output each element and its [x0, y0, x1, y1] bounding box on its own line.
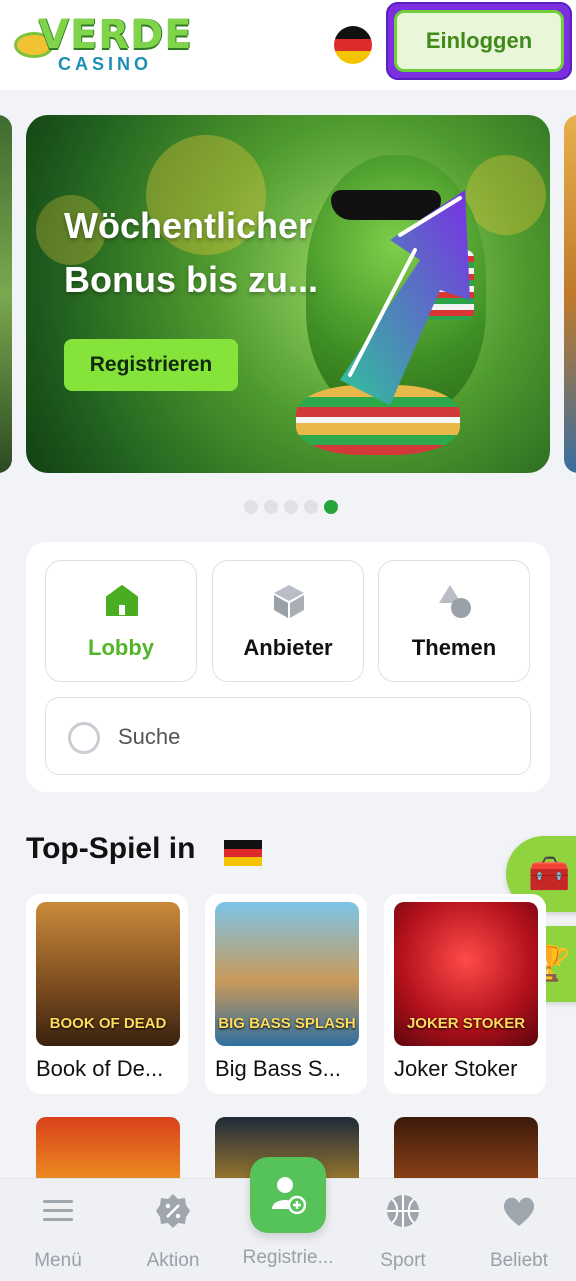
arrow-pointer-icon — [340, 190, 470, 405]
shapes-icon — [439, 585, 471, 618]
carousel-dot[interactable] — [284, 500, 298, 514]
cube-icon — [274, 585, 304, 618]
tab-themen[interactable]: Themen — [378, 560, 530, 682]
tab-label: Lobby — [88, 635, 154, 660]
bottom-navigation: Menü Aktion Registrie... Sport Beliebt — [0, 1157, 576, 1281]
next-slide-card[interactable] — [564, 115, 576, 473]
percent-badge-icon — [156, 1194, 190, 1228]
prev-slide-card[interactable] — [0, 115, 12, 473]
carousel-dot[interactable] — [244, 500, 258, 514]
game-name: Big Bass S... — [215, 1056, 341, 1081]
logo-subtitle: CASINO — [58, 54, 153, 74]
tab-lobby[interactable]: Lobby — [45, 560, 197, 682]
header: VERDE CASINO Einloggen — [0, 0, 576, 90]
nav-sport[interactable]: Sport — [348, 1193, 458, 1272]
game-thumbnail: JOKER STOKER — [394, 902, 538, 1046]
thumbnail-title: BIG BASS SPLASH — [218, 1015, 356, 1032]
tab-label: Themen — [411, 635, 497, 660]
promo-carousel[interactable]: Wöchentlicher Bonus bis zu... Registrier… — [0, 90, 576, 530]
home-icon — [106, 585, 138, 616]
nav-label: Registrie... — [242, 1247, 334, 1268]
tab-anbieter[interactable]: Anbieter — [212, 560, 364, 682]
search-input[interactable] — [116, 716, 500, 758]
basketball-icon — [387, 1195, 419, 1227]
carousel-dots — [244, 500, 338, 514]
game-name: Book of De... — [36, 1056, 164, 1081]
game-card-joker-stoker[interactable]: JOKER STOKER Joker Stoker — [384, 894, 546, 1094]
login-highlight: Einloggen — [386, 2, 572, 80]
nav-beliebt[interactable]: Beliebt — [464, 1193, 574, 1272]
menu-icon — [43, 1200, 73, 1221]
language-flag-icon[interactable] — [334, 26, 372, 64]
heart-icon — [503, 1197, 535, 1226]
logo-wordmark: VERDE — [38, 12, 193, 58]
banner-title: Wöchentlicher Bonus bis zu... — [64, 205, 319, 300]
nav-label: Aktion — [146, 1250, 200, 1271]
carousel-dot[interactable] — [304, 500, 318, 514]
register-banner-button[interactable]: Registrieren — [64, 339, 238, 391]
nav-menu[interactable]: Menü — [3, 1193, 113, 1272]
tab-label: Anbieter — [243, 635, 333, 660]
nav-label: Menü — [34, 1250, 82, 1271]
lobby-nav-card: Lobby Anbieter Themen — [26, 542, 550, 792]
treasure-chest-icon: 🧰 — [528, 855, 571, 893]
nav-label: Beliebt — [489, 1250, 549, 1271]
nav-aktion[interactable]: Aktion — [118, 1193, 228, 1272]
nav-register-button[interactable] — [250, 1157, 326, 1233]
germany-flag-icon — [224, 840, 262, 866]
carousel-dot[interactable] — [264, 500, 278, 514]
game-name: Joker Stoker — [394, 1056, 518, 1081]
thumbnail-title: BOOK OF DEAD — [49, 1015, 167, 1032]
carousel-dot-active[interactable] — [324, 500, 338, 514]
search-box[interactable] — [45, 697, 531, 775]
thumbnail-title: JOKER STOKER — [406, 1015, 526, 1032]
game-thumbnail: BIG BASS SPLASH — [215, 902, 359, 1046]
nav-label: Sport — [380, 1250, 426, 1271]
game-thumbnail: BOOK OF DEAD — [36, 902, 180, 1046]
game-card-book-of-dead[interactable]: BOOK OF DEAD Book of De... — [26, 894, 188, 1094]
verde-casino-logo[interactable]: VERDE CASINO — [14, 12, 194, 76]
game-card-big-bass-splash[interactable]: BIG BASS SPLASH Big Bass S... — [205, 894, 367, 1094]
add-user-icon — [272, 1177, 306, 1215]
section-title: Top-Spiel in — [26, 832, 196, 865]
search-icon — [68, 722, 100, 754]
login-button[interactable]: Einloggen — [394, 10, 564, 72]
